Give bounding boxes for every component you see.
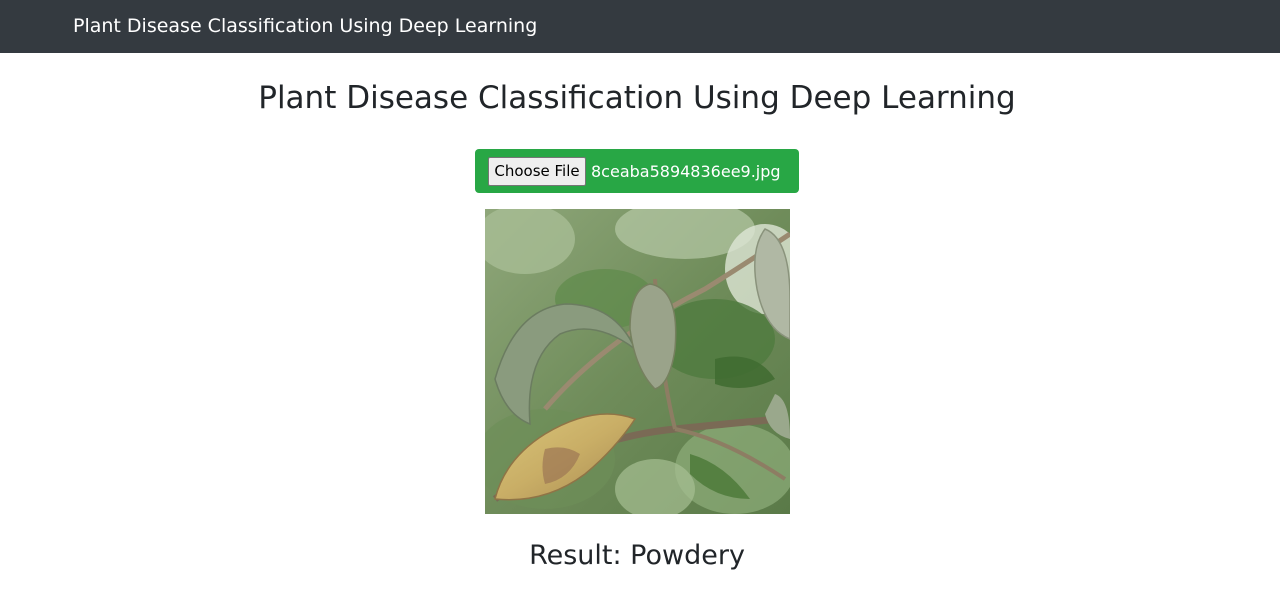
selected-file-name: 8ceaba5894836ee9.jpg (591, 162, 781, 181)
navbar-brand[interactable]: Plant Disease Classification Using Deep … (73, 13, 537, 39)
page-title: Plant Disease Classification Using Deep … (258, 80, 1016, 116)
choose-file-button[interactable]: Choose File (488, 157, 586, 186)
uploaded-leaf-image (485, 209, 790, 514)
navbar: Plant Disease Classification Using Deep … (0, 0, 1280, 53)
result-text: Result: Powdery (529, 540, 745, 571)
file-upload-form: Choose File 8ceaba5894836ee9.jpg (475, 149, 799, 193)
